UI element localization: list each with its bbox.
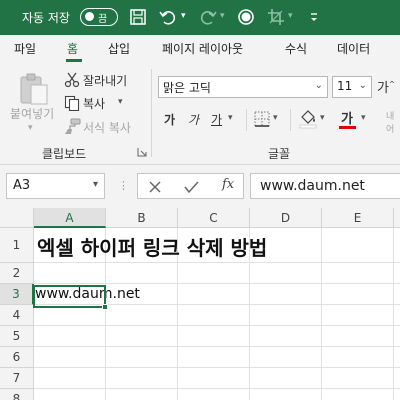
sheet-grid: A B C D E 1 2 3 4 5 6 7 8 엑셀 하이퍼 링크 삭제 방… <box>0 208 400 400</box>
active-cell-border <box>33 285 106 308</box>
crop-icon[interactable] <box>266 7 286 27</box>
row-header-6[interactable]: 6 <box>0 347 34 368</box>
clipboard-launcher-icon[interactable] <box>137 147 147 157</box>
tab-data[interactable]: 데이터 <box>337 40 370 57</box>
save-icon[interactable] <box>128 7 148 27</box>
autosave-label: 자동 저장 <box>22 11 70 25</box>
tab-formulas[interactable]: 수식 <box>285 40 307 57</box>
customize-toolbar-icon[interactable] <box>304 7 324 27</box>
tool-separator <box>246 109 247 131</box>
gridline <box>393 228 394 400</box>
crop-dropdown-icon[interactable]: ▾ <box>288 11 293 21</box>
autosave-toggle[interactable]: 끔 <box>80 8 118 26</box>
column-header-d[interactable]: D <box>250 208 322 228</box>
redo-dropdown-icon[interactable]: ▾ <box>220 11 225 21</box>
font-size-value: 11 <box>337 79 353 93</box>
more-options-icon[interactable]: ⋮ <box>118 179 129 192</box>
insert-function-icon[interactable]: fx <box>222 177 234 192</box>
cut-label[interactable]: 잘라내기 <box>83 72 127 89</box>
cut-icon[interactable] <box>64 72 80 88</box>
gridline <box>321 228 322 400</box>
name-box-value: A3 <box>13 178 31 193</box>
chevron-down-icon: ⌄ <box>358 80 367 91</box>
tab-insert[interactable]: 삽입 <box>108 40 130 57</box>
row-header-2[interactable]: 2 <box>0 263 34 284</box>
column-header-b[interactable]: B <box>106 208 178 228</box>
grow-font-button[interactable]: 가^ <box>377 77 395 96</box>
row-header-3[interactable]: 3 <box>0 284 34 305</box>
paste-dropdown-icon[interactable]: ▾ <box>28 123 33 133</box>
gridline <box>34 325 400 326</box>
format-painter-icon[interactable] <box>64 118 81 135</box>
column-header-c[interactable]: C <box>178 208 250 228</box>
enter-check-icon[interactable] <box>184 180 199 194</box>
column-header-a[interactable]: A <box>34 208 106 228</box>
circle-icon[interactable] <box>236 7 256 27</box>
grow-font-caret-icon: ^ <box>388 80 395 89</box>
active-tab-indicator <box>66 59 82 62</box>
underline-button[interactable]: 가 <box>211 111 222 128</box>
font-color-bar <box>339 126 356 129</box>
autosave-state: 끔 <box>98 14 108 25</box>
font-name-value: 맑은 고딕 <box>163 81 211 95</box>
name-box[interactable]: A3 ▾ <box>6 173 105 199</box>
paste-icon[interactable] <box>18 72 50 106</box>
bold-button[interactable]: 가 <box>164 111 175 128</box>
copy-icon[interactable] <box>64 95 80 111</box>
formula-value: www.daum.net <box>260 178 365 194</box>
borders-dropdown-icon[interactable]: ▾ <box>273 113 278 123</box>
font-size-select[interactable]: 11 ⌄ <box>332 76 372 98</box>
grow-font-glyph: 가 <box>377 81 389 96</box>
tab-file[interactable]: 파일 <box>14 40 36 57</box>
chevron-down-icon: ▾ <box>92 179 98 190</box>
row-header-8[interactable]: 8 <box>0 389 34 400</box>
gridline <box>34 283 400 284</box>
group-separator <box>151 69 152 157</box>
gridline <box>34 262 400 263</box>
row-header-4[interactable]: 4 <box>0 305 34 326</box>
font-name-select[interactable]: 맑은 고딕 ⌄ <box>158 76 328 98</box>
row-header-5[interactable]: 5 <box>0 326 34 347</box>
clipboard-group-label: 클립보드 <box>42 147 87 161</box>
row-header-7[interactable]: 7 <box>0 368 34 389</box>
cancel-icon[interactable] <box>148 180 162 194</box>
row-header-1[interactable]: 1 <box>0 228 34 263</box>
gridline <box>34 346 400 347</box>
copy-dropdown-icon[interactable]: ▾ <box>118 97 123 107</box>
italic-button[interactable]: 가 <box>188 111 199 128</box>
fill-color-icon[interactable] <box>299 109 317 129</box>
chevron-down-icon: ⌄ <box>314 80 323 91</box>
title-bar: 자동 저장 끔 ▾ ▾ ▾ <box>0 0 400 35</box>
borders-icon[interactable] <box>254 111 270 127</box>
gridline <box>34 367 400 368</box>
column-header-f[interactable] <box>394 208 400 228</box>
font-color-dropdown-icon[interactable]: ▾ <box>361 113 366 123</box>
undo-dropdown-icon[interactable]: ▾ <box>181 11 186 21</box>
formula-bar: A3 ▾ ⋮ fx www.daum.net <box>0 165 400 208</box>
copy-label[interactable]: 복사 <box>83 95 105 112</box>
font-color-button[interactable]: 가 <box>341 108 353 127</box>
column-header-e[interactable]: E <box>322 208 394 228</box>
undo-icon[interactable] <box>158 7 178 27</box>
fill-color-dropdown-icon[interactable]: ▾ <box>320 113 325 123</box>
ribbon-home: 붙여넣기 ▾ 잘라내기 복사 ▾ 서식 복사 클립보드 맑은 고딕 ⌄ 11 ⌄… <box>0 63 400 165</box>
redo-icon[interactable] <box>198 7 218 27</box>
paste-label[interactable]: 붙여넣기 <box>10 105 54 122</box>
underline-dropdown-icon[interactable]: ▾ <box>228 113 233 123</box>
gridline <box>34 388 400 389</box>
tool-separator <box>290 109 291 131</box>
font-group-label: 글꼴 <box>268 147 291 161</box>
ribbon-tabs: 파일 홈 삽입 페이지 레이아웃 수식 데이터 <box>0 35 400 63</box>
fill-handle[interactable] <box>102 304 108 310</box>
wrap-text-partial[interactable]: 내어 <box>386 109 400 135</box>
select-all-corner[interactable] <box>0 208 34 228</box>
tab-page-layout[interactable]: 페이지 레이아웃 <box>162 40 243 57</box>
toggle-knob <box>85 12 94 21</box>
cell-a1[interactable]: 엑셀 하이퍼 링크 삭제 방법 <box>37 232 267 261</box>
format-painter-label[interactable]: 서식 복사 <box>83 119 131 136</box>
tab-home[interactable]: 홈 <box>67 40 78 57</box>
